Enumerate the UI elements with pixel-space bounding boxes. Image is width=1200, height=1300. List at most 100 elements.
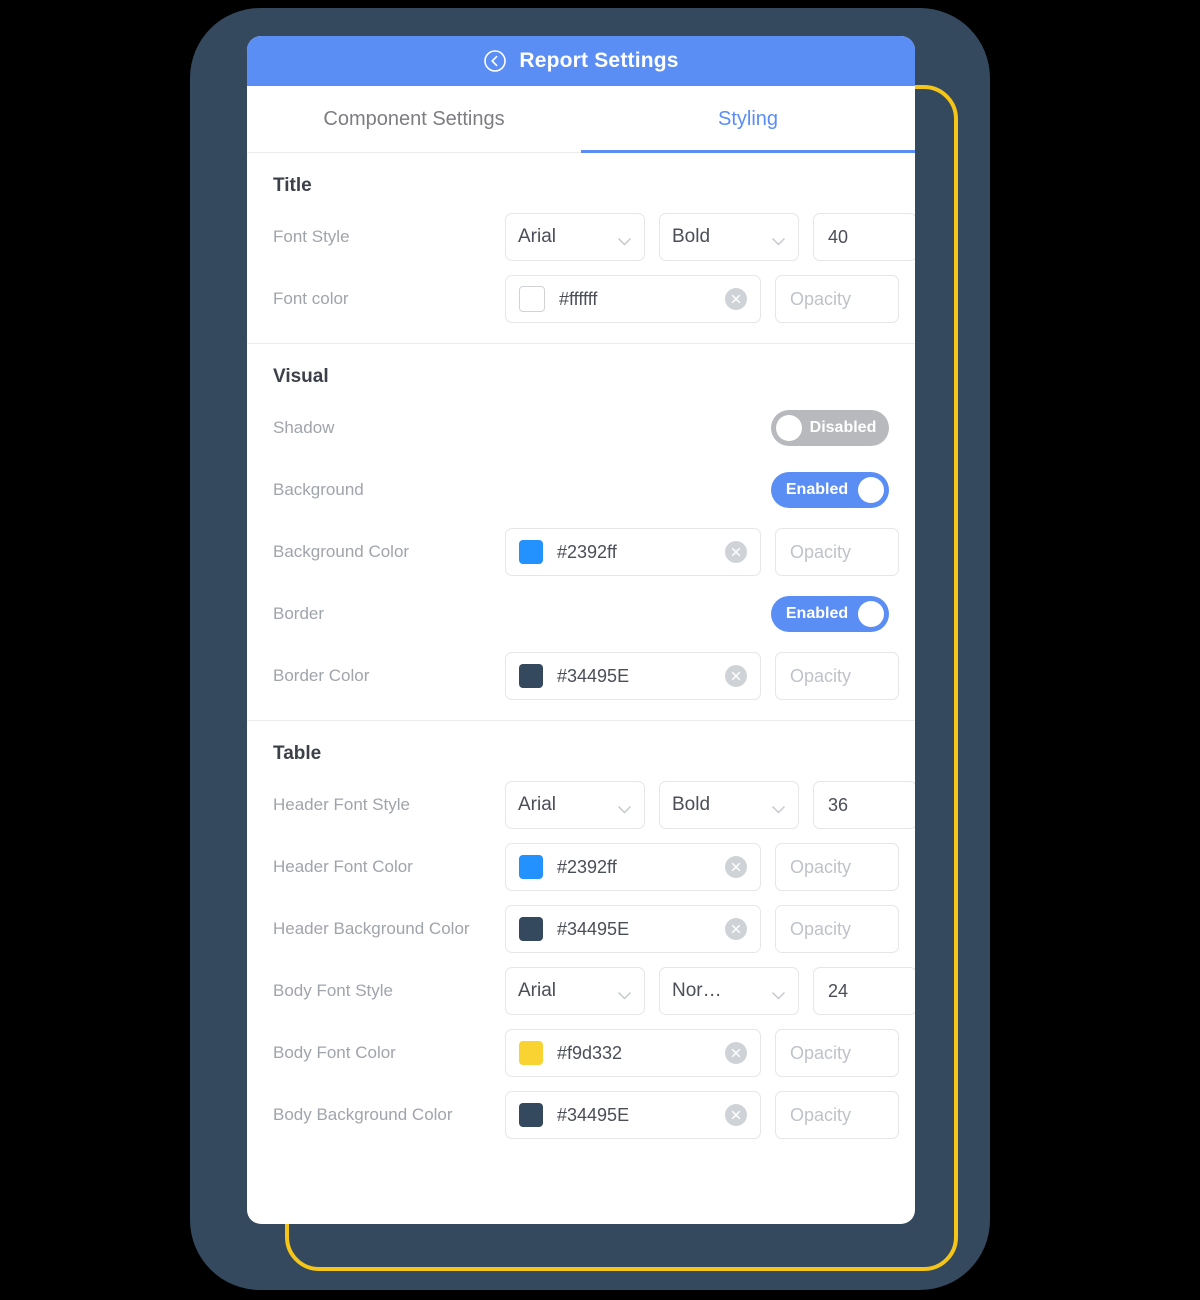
shadow-toggle[interactable]: Disabled (771, 410, 889, 446)
section-table: Table Header Font Style Arial Bold 36 He… (247, 721, 915, 1159)
row-label: Shadow (273, 418, 335, 437)
input-value: 40 (828, 226, 849, 247)
body-font-size-input[interactable]: 24 (813, 967, 915, 1015)
chevron-down-icon (617, 801, 632, 813)
row-background: Background Enabled (247, 464, 915, 516)
tab-label: Styling (717, 107, 779, 130)
settings-panel: Report Settings Component Settings Styli… (247, 36, 915, 1224)
row-label: Header Font Style (273, 795, 411, 814)
font-weight-select[interactable]: Bold (659, 213, 799, 261)
header-font-color-input[interactable]: #2392ff (505, 843, 761, 891)
toggle-knob (858, 601, 884, 627)
clear-circle-icon[interactable] (725, 541, 747, 563)
header-font-family-select[interactable]: Arial (505, 781, 645, 829)
toggle-state-label: Disabled (809, 419, 877, 436)
row-label: Background Color (273, 542, 410, 561)
color-hex-value: #f9d332 (557, 1042, 623, 1063)
header-font-weight-select[interactable]: Bold (659, 781, 799, 829)
opacity-input[interactable]: Opacity (775, 275, 899, 323)
clear-circle-icon[interactable] (725, 1104, 747, 1126)
opacity-placeholder: Opacity (790, 665, 852, 686)
row-background-color: Background Color #2392ff Opacity (247, 526, 915, 578)
row-body-background-color: Body Background Color #34495E Opacity (247, 1089, 915, 1141)
section-visual: Visual Shadow Disabled Background Enable… (247, 344, 915, 721)
font-color-input[interactable]: #ffffff (505, 275, 761, 323)
body-font-color-input[interactable]: #f9d332 (505, 1029, 761, 1077)
color-swatch[interactable] (519, 286, 545, 312)
color-swatch[interactable] (519, 917, 543, 941)
row-label: Font Style (273, 227, 350, 246)
select-value: Arial (518, 794, 557, 815)
clear-circle-icon[interactable] (725, 856, 747, 878)
select-value: Nor… (672, 980, 722, 1001)
title-bar: Report Settings (247, 36, 915, 86)
clear-circle-icon[interactable] (725, 288, 747, 310)
select-value: Bold (672, 226, 711, 247)
font-size-input[interactable]: 40 (813, 213, 915, 261)
color-swatch[interactable] (519, 1041, 543, 1065)
clear-circle-icon[interactable] (725, 1042, 747, 1064)
color-hex-value: #2392ff (557, 541, 617, 562)
select-value: Arial (518, 980, 557, 1001)
border-color-input[interactable]: #34495E (505, 652, 761, 700)
tab-bar: Component Settings Styling (247, 86, 915, 153)
row-header-background-color: Header Background Color #34495E Opacity (247, 903, 915, 955)
row-font-color: Font color #ffffff Opacity (247, 273, 915, 325)
tab-component-settings[interactable]: Component Settings (247, 86, 581, 152)
color-swatch[interactable] (519, 664, 543, 688)
chevron-down-icon (617, 233, 632, 245)
input-value: 36 (828, 794, 849, 815)
header-background-color-input[interactable]: #34495E (505, 905, 761, 953)
color-swatch[interactable] (519, 855, 543, 879)
clear-circle-icon[interactable] (725, 665, 747, 687)
row-label: Font color (273, 289, 349, 308)
toggle-state-label: Enabled (785, 481, 849, 498)
toggle-state-label: Enabled (785, 605, 849, 622)
opacity-input[interactable]: Opacity (775, 905, 899, 953)
opacity-placeholder: Opacity (790, 288, 852, 309)
font-family-select[interactable]: Arial (505, 213, 645, 261)
row-header-font-style: Header Font Style Arial Bold 36 (247, 779, 915, 831)
border-toggle[interactable]: Enabled (771, 596, 889, 632)
opacity-placeholder: Opacity (790, 1104, 852, 1125)
row-label: Body Font Style (273, 981, 394, 1000)
body-font-weight-select[interactable]: Nor… (659, 967, 799, 1015)
color-hex-value: #2392ff (557, 856, 617, 877)
opacity-input[interactable]: Opacity (775, 843, 899, 891)
section-heading: Table (273, 743, 322, 764)
toggle-knob (776, 415, 802, 441)
back-circle-icon[interactable] (483, 49, 507, 73)
body-font-family-select[interactable]: Arial (505, 967, 645, 1015)
row-label: Body Background Color (273, 1105, 453, 1124)
page-title: Report Settings (519, 49, 679, 72)
section-title: Title Font Style Arial Bold 40 Font colo… (247, 153, 915, 344)
header-font-size-input[interactable]: 36 (813, 781, 915, 829)
row-font-style: Font Style Arial Bold 40 (247, 211, 915, 263)
chevron-down-icon (771, 801, 786, 813)
clear-circle-icon[interactable] (725, 918, 747, 940)
color-hex-value: #34495E (557, 918, 630, 939)
body-background-color-input[interactable]: #34495E (505, 1091, 761, 1139)
row-header-font-color: Header Font Color #2392ff Opacity (247, 841, 915, 893)
row-label: Border (273, 604, 325, 623)
color-swatch[interactable] (519, 1103, 543, 1127)
background-toggle[interactable]: Enabled (771, 472, 889, 508)
opacity-input[interactable]: Opacity (775, 652, 899, 700)
opacity-input[interactable]: Opacity (775, 1091, 899, 1139)
opacity-placeholder: Opacity (790, 918, 852, 939)
color-hex-value: #34495E (557, 1104, 630, 1125)
background-color-input[interactable]: #2392ff (505, 528, 761, 576)
opacity-input[interactable]: Opacity (775, 1029, 899, 1077)
row-body-font-style: Body Font Style Arial Nor… 24 (247, 965, 915, 1017)
section-heading: Title (273, 175, 312, 196)
color-swatch[interactable] (519, 540, 543, 564)
opacity-input[interactable]: Opacity (775, 528, 899, 576)
row-shadow: Shadow Disabled (247, 402, 915, 454)
tab-styling[interactable]: Styling (581, 86, 915, 153)
row-border: Border Enabled (247, 588, 915, 640)
chevron-down-icon (617, 987, 632, 999)
select-value: Bold (672, 794, 711, 815)
tab-label: Component Settings (323, 107, 505, 130)
row-body-font-color: Body Font Color #f9d332 Opacity (247, 1027, 915, 1079)
screenshot-stage: Report Settings Component Settings Styli… (0, 0, 1200, 1300)
